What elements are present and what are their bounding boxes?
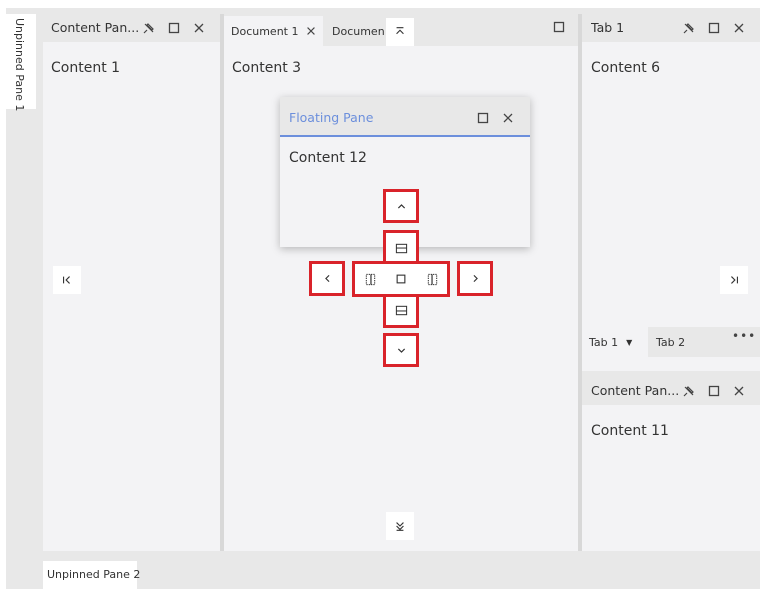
close-icon[interactable] bbox=[499, 109, 517, 127]
dock-inner-top[interactable] bbox=[386, 235, 416, 261]
tab-right-2[interactable]: Tab 2 bbox=[650, 327, 690, 357]
right-top-pane: Tab 1 Content 6 Tab 1 ▼ Tab 2 ••• bbox=[582, 14, 760, 371]
chevron-down-bar-icon bbox=[396, 522, 404, 531]
chevron-left-icon bbox=[324, 274, 329, 283]
maximize-icon[interactable] bbox=[705, 382, 723, 400]
collapse-left-button[interactable] bbox=[53, 266, 81, 294]
right-bottom-title: Content Pan... bbox=[591, 383, 679, 398]
dock-inner-right[interactable] bbox=[419, 264, 445, 294]
collapse-right-button[interactable] bbox=[720, 266, 748, 294]
dock-guide-right[interactable] bbox=[457, 261, 493, 296]
tab-document-1-label: Document 1 bbox=[231, 24, 299, 38]
left-pane: Content Pan... Content 1 bbox=[43, 14, 220, 551]
chevron-up-icon bbox=[397, 203, 405, 208]
close-icon[interactable] bbox=[730, 19, 748, 37]
tab-document-1[interactable]: Document 1 bbox=[224, 16, 323, 46]
tab-document-2-label: Document bbox=[332, 24, 384, 38]
maximize-icon[interactable] bbox=[165, 19, 183, 37]
document-content: Content 3 bbox=[232, 60, 302, 76]
dock-inner-center[interactable] bbox=[386, 264, 416, 294]
document-tabstrip: Document 1 Document bbox=[224, 14, 578, 46]
dock-guide-top[interactable] bbox=[383, 189, 419, 223]
tab-close-icon[interactable] bbox=[305, 25, 317, 37]
tab-right-1[interactable]: Tab 1 ▼ bbox=[582, 327, 648, 357]
unpinned-tab-left-label: Unpinned Pane 1 bbox=[13, 18, 26, 112]
chevron-up-bar-icon bbox=[396, 27, 404, 35]
left-pane-title: Content Pan... bbox=[51, 20, 140, 35]
right-top-title: Tab 1 bbox=[591, 20, 625, 35]
tab-right-1-label: Tab 1 bbox=[589, 335, 619, 349]
right-top-header: Tab 1 bbox=[582, 14, 760, 42]
chevron-right-icon bbox=[473, 274, 478, 283]
dock-guide-cross bbox=[352, 230, 450, 328]
floating-pane[interactable]: Floating Pane Content 12 bbox=[280, 97, 530, 247]
unpinned-tab-bottom[interactable]: Unpinned Pane 2 bbox=[43, 561, 141, 589]
right-top-content: Content 6 bbox=[591, 60, 661, 76]
left-pane-content: Content 1 bbox=[51, 60, 121, 76]
dock-guide-bottom[interactable] bbox=[383, 333, 419, 367]
dock-guide-left[interactable] bbox=[309, 261, 345, 296]
dock-top-half-icon bbox=[395, 243, 407, 253]
dock-center-icon bbox=[396, 274, 406, 284]
floating-pane-title: Floating Pane bbox=[289, 110, 374, 125]
dock-inner-left[interactable] bbox=[357, 264, 383, 294]
collapse-bottom-button[interactable] bbox=[386, 512, 414, 540]
maximize-icon[interactable] bbox=[705, 19, 723, 37]
unpinned-tab-bottom-label: Unpinned Pane 2 bbox=[47, 568, 141, 581]
unpinned-tab-left[interactable]: Unpinned Pane 1 bbox=[6, 14, 36, 112]
right-bottom-pane: Content Pan... Content 11 bbox=[582, 375, 760, 551]
right-bottom-content: Content 11 bbox=[591, 423, 669, 439]
floating-pane-content: Content 12 bbox=[289, 150, 367, 166]
document-maximize-icon[interactable] bbox=[550, 18, 568, 36]
dock-right-half-icon bbox=[427, 273, 437, 285]
right-bottom-header: Content Pan... bbox=[582, 375, 760, 405]
collapse-left-icon bbox=[63, 276, 70, 284]
collapse-right-icon bbox=[731, 276, 738, 284]
tab-right-2-label: Tab 2 bbox=[656, 335, 686, 349]
dock-bottom-half-icon bbox=[395, 305, 407, 315]
dock-left-half-icon bbox=[365, 273, 375, 285]
close-icon[interactable] bbox=[190, 19, 208, 37]
close-icon[interactable] bbox=[730, 382, 748, 400]
right-tabstrip: Tab 1 ▼ Tab 2 ••• bbox=[582, 327, 760, 357]
tab-overflow-button[interactable] bbox=[386, 18, 414, 46]
chevron-down-icon bbox=[397, 348, 405, 353]
pin-icon[interactable] bbox=[680, 19, 698, 37]
dock-inner-bottom[interactable] bbox=[386, 297, 416, 323]
caret-down-icon[interactable]: ▼ bbox=[626, 338, 632, 347]
pin-icon[interactable] bbox=[680, 382, 698, 400]
more-icon[interactable]: ••• bbox=[732, 329, 756, 343]
maximize-icon[interactable] bbox=[474, 109, 492, 127]
pin-icon[interactable] bbox=[140, 19, 158, 37]
tab-document-2[interactable]: Document bbox=[328, 16, 384, 46]
left-pane-header: Content Pan... bbox=[43, 14, 220, 42]
floating-pane-header[interactable]: Floating Pane bbox=[280, 97, 530, 137]
